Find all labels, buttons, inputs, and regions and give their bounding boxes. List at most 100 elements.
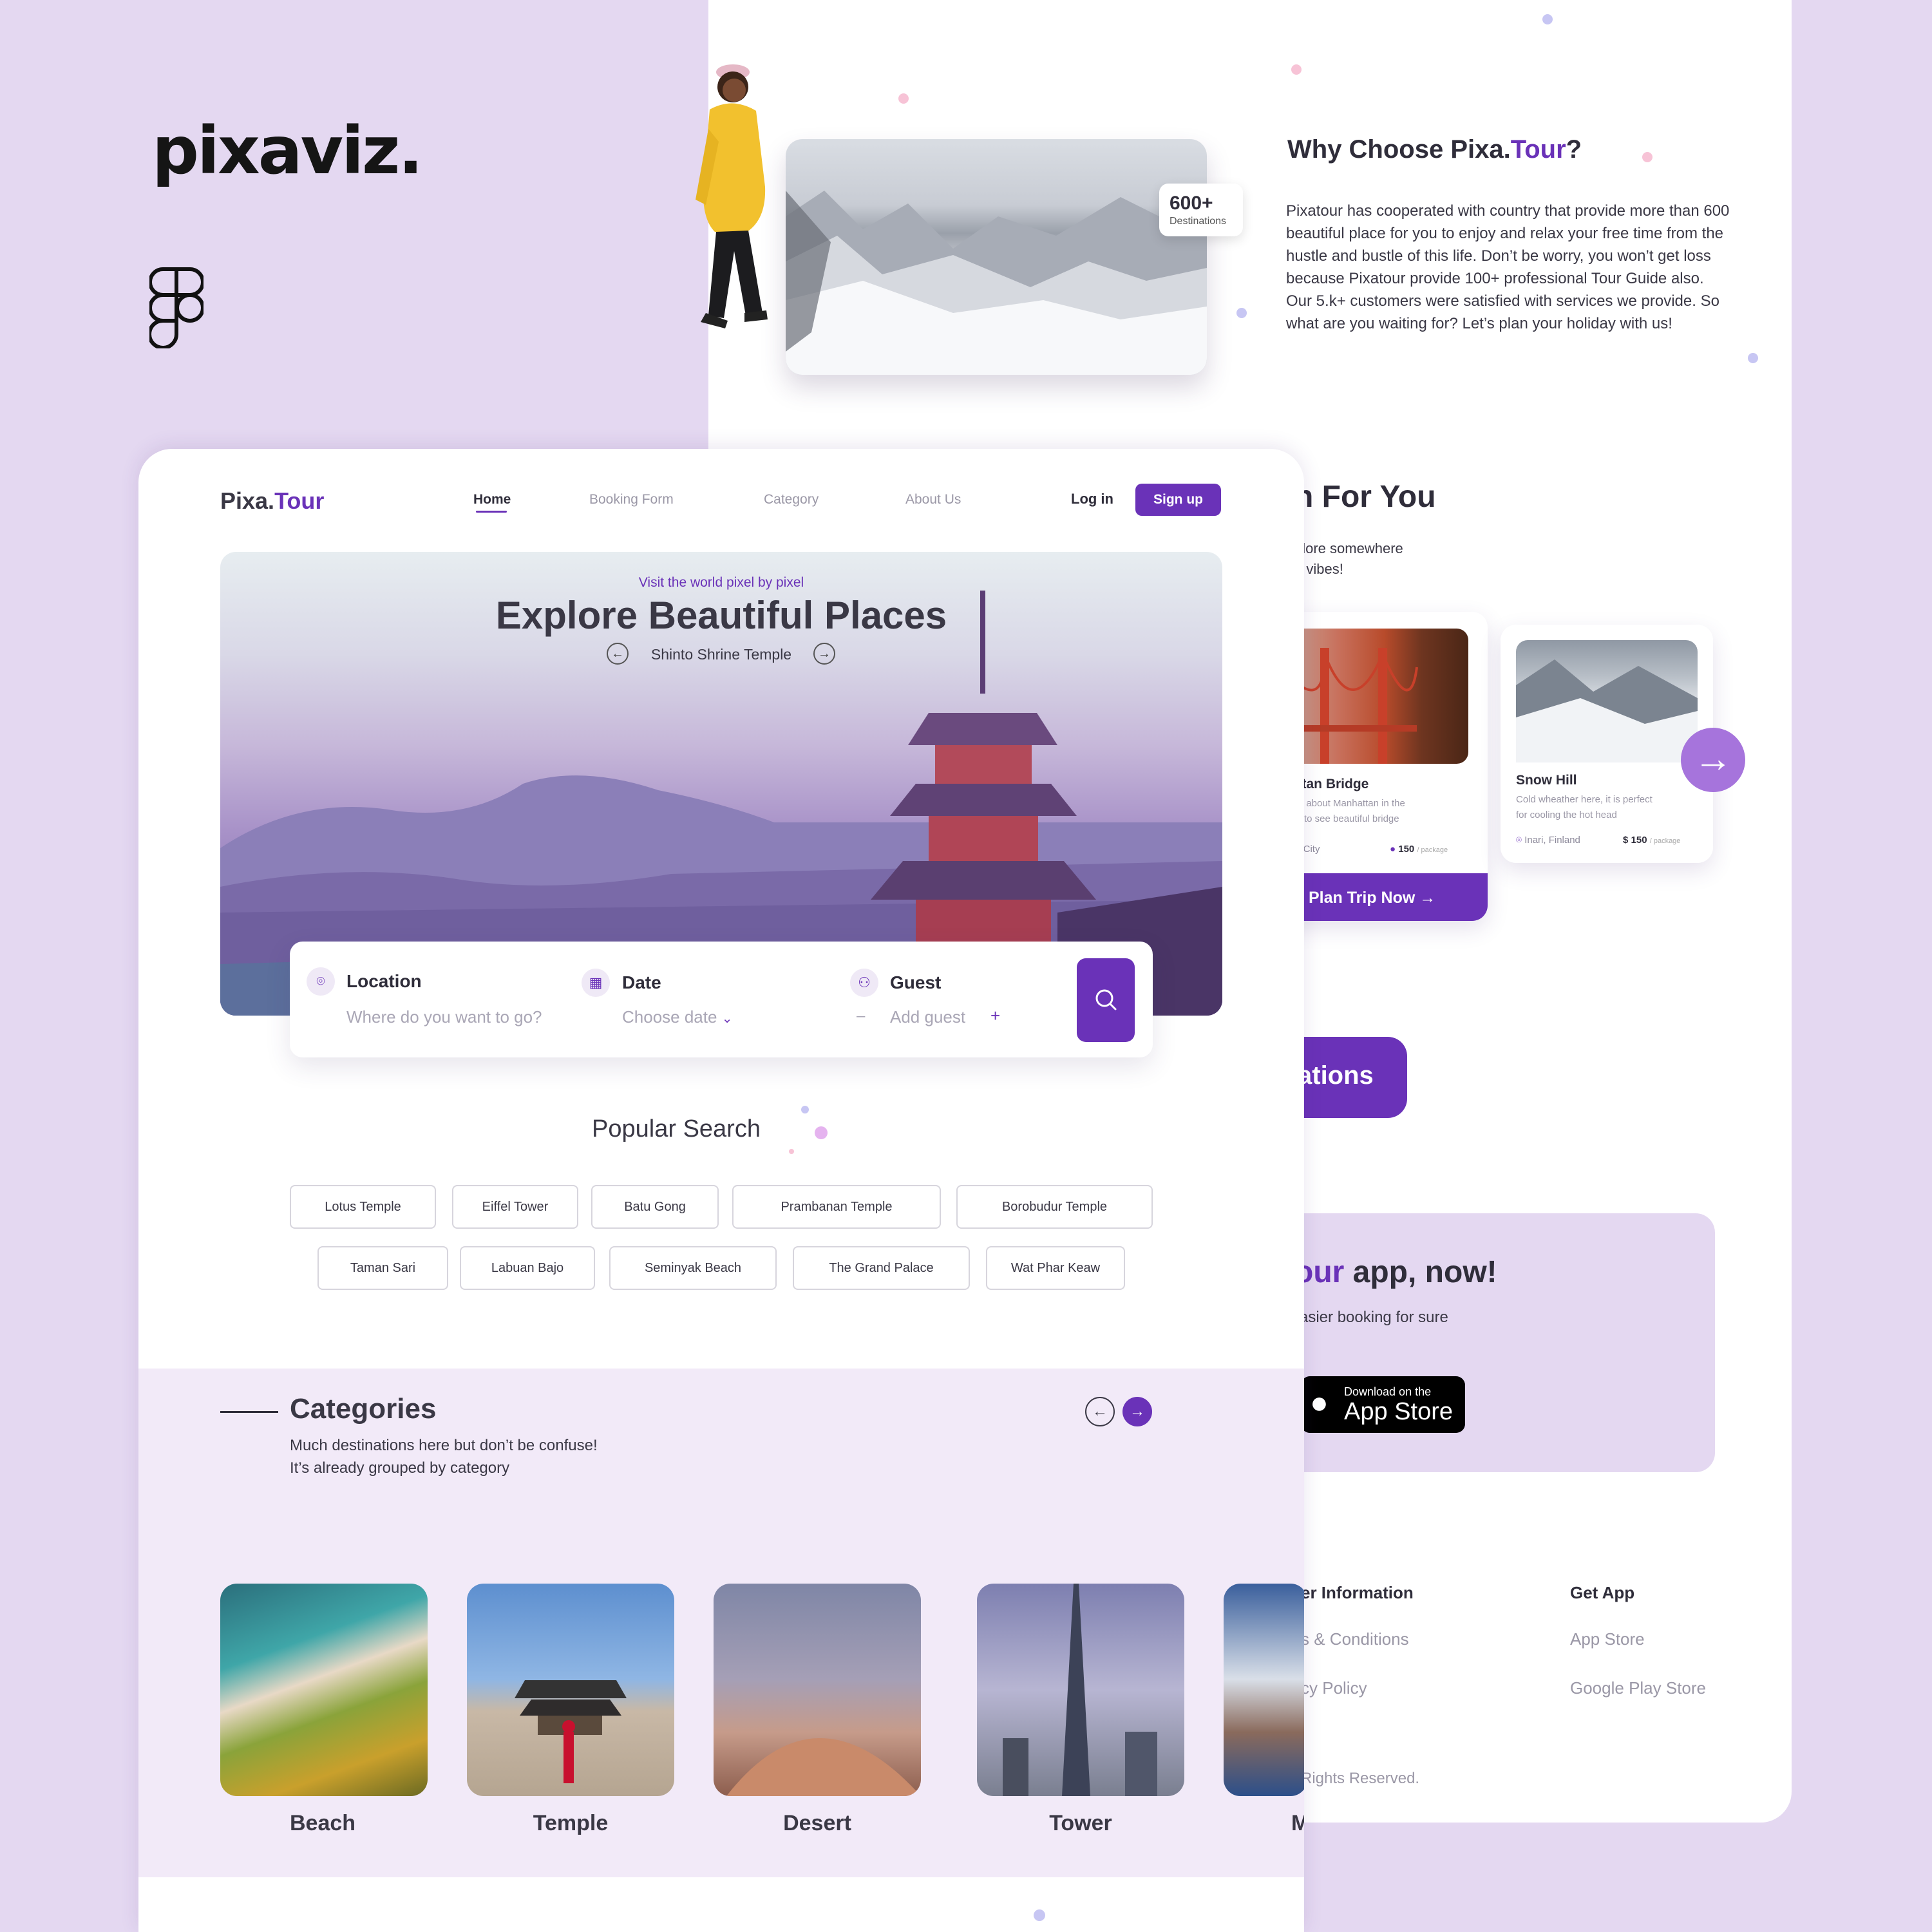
- popular-tag[interactable]: The Grand Palace: [793, 1246, 970, 1290]
- recommend-sub-line: e vibes!: [1294, 561, 1343, 577]
- carousel-next-button[interactable]: →: [1681, 728, 1745, 792]
- footer-col-title: er Information: [1301, 1583, 1414, 1602]
- popular-tag[interactable]: Eiffel Tower: [452, 1185, 578, 1229]
- date-picker[interactable]: Choose date ⌄: [622, 1007, 732, 1027]
- footer-link[interactable]: Google Play Store: [1570, 1678, 1706, 1698]
- hero-kicker: Visit the world pixel by pixel: [638, 575, 804, 590]
- decor-dot: [1748, 353, 1758, 363]
- why-title-suffix: ?: [1566, 135, 1582, 164]
- login-link[interactable]: Log in: [1071, 491, 1113, 507]
- recommend-sub-line: plore somewhere: [1294, 540, 1403, 556]
- app-store-badge[interactable]: ● Download on the App Store: [1301, 1376, 1465, 1433]
- footer-col-title: Get App: [1570, 1583, 1635, 1602]
- category-label: Temple: [533, 1811, 609, 1835]
- mountain-photo: [786, 139, 1207, 375]
- decor-dot: [1236, 308, 1247, 318]
- nav-about-us[interactable]: About Us: [905, 492, 961, 507]
- category-label: M: [1291, 1811, 1304, 1835]
- card-price: ● 150 / package: [1390, 844, 1448, 855]
- card-location: ⌾ Inari, Finland: [1516, 835, 1580, 846]
- categories-next-button[interactable]: →: [1122, 1397, 1152, 1426]
- popular-tag[interactable]: Borobudur Temple: [956, 1185, 1153, 1229]
- desert-photo[interactable]: [714, 1584, 921, 1796]
- arrow-right-icon: →: [1130, 1403, 1145, 1420]
- arrow-right-icon: →: [818, 647, 831, 661]
- guest-plus-button[interactable]: +: [990, 1006, 1000, 1026]
- destination-card[interactable]: Snow Hill Cold wheather here, it is perf…: [1501, 625, 1713, 863]
- calendar-icon: ▦: [582, 969, 610, 997]
- tower-photo[interactable]: [977, 1584, 1184, 1796]
- arrow-right-icon: →: [1419, 889, 1436, 907]
- nav-booking-form[interactable]: Booking Form: [589, 492, 674, 507]
- hero-next-button[interactable]: →: [813, 643, 835, 665]
- destinations-badge: 600+ Destinations: [1159, 184, 1243, 236]
- location-input[interactable]: Where do you want to go?: [346, 1007, 542, 1027]
- category-label: Desert: [783, 1811, 851, 1835]
- guest-minus-button[interactable]: –: [857, 1007, 865, 1025]
- arrow-left-icon: ←: [611, 647, 624, 661]
- nav-category[interactable]: Category: [764, 492, 819, 507]
- card-price-value: 150: [1398, 844, 1415, 855]
- beach-photo[interactable]: [220, 1584, 428, 1796]
- decor-dot: [1642, 152, 1653, 162]
- signup-button[interactable]: Sign up: [1135, 484, 1221, 516]
- popular-tag[interactable]: Wat Phar Keaw: [986, 1246, 1125, 1290]
- chevron-down-icon: ⌄: [721, 1012, 733, 1026]
- nav-home[interactable]: Home: [473, 492, 511, 507]
- categories-subtitle: Much destinations here but don’t be conf…: [290, 1434, 598, 1479]
- destinations-count: 600+: [1170, 193, 1213, 214]
- copyright: Rights Reserved.: [1301, 1770, 1420, 1787]
- bridge-photo: [1280, 629, 1468, 764]
- decor-dot: [898, 93, 909, 104]
- popular-tag[interactable]: Batu Gong: [591, 1185, 719, 1229]
- temple-photo[interactable]: [467, 1584, 674, 1796]
- footer-link[interactable]: cy Policy: [1301, 1678, 1367, 1698]
- section-divider: [220, 1411, 278, 1413]
- mountain-photo[interactable]: [1224, 1584, 1304, 1796]
- app-title-rest: app, now!: [1344, 1255, 1497, 1289]
- popular-tag[interactable]: Labuan Bajo: [460, 1246, 595, 1290]
- date-placeholder: Choose date: [622, 1007, 717, 1027]
- logo-accent: Tour: [274, 488, 325, 514]
- hiker-figure: [696, 64, 768, 328]
- recommend-title: n For You: [1294, 480, 1436, 514]
- category-label: Tower: [1049, 1811, 1112, 1835]
- figma-icon: [149, 267, 204, 348]
- decor-dot: [1291, 64, 1302, 75]
- popular-tag[interactable]: Taman Sari: [317, 1246, 448, 1290]
- search-bar: ⌾ Location Where do you want to go? ▦ Da…: [290, 942, 1153, 1057]
- card-price-value: $ 150: [1623, 835, 1647, 846]
- card-desc: for cooling the hot head: [1516, 810, 1617, 820]
- card-price: $ 150 / package: [1623, 835, 1680, 846]
- why-title-accent: Tour: [1510, 135, 1566, 164]
- footer-link[interactable]: App Store: [1570, 1629, 1645, 1649]
- decor-dot: [801, 1106, 809, 1113]
- arrow-right-icon: →: [1694, 737, 1732, 780]
- categories-title: Categories: [290, 1393, 437, 1425]
- popular-tag[interactable]: Seminyak Beach: [609, 1246, 777, 1290]
- popular-tag[interactable]: Lotus Temple: [290, 1185, 436, 1229]
- add-user-icon: ⚇: [850, 969, 878, 997]
- brand-logo: pixaviz.: [152, 113, 423, 189]
- apple-icon: ●: [1310, 1386, 1329, 1420]
- recommend-subtitle: plore somewhere e vibes!: [1294, 538, 1403, 580]
- categories-sub-line: It’s already grouped by category: [290, 1459, 510, 1477]
- site-logo[interactable]: Pixa.Tour: [220, 488, 324, 515]
- categories-prev-button[interactable]: ←: [1085, 1397, 1115, 1426]
- front-landing-page: Pixa.Tour Home Booking Form Category Abo…: [138, 449, 1304, 1932]
- why-body: Pixatour has cooperated with country tha…: [1286, 202, 1730, 332]
- plan-trip-label: Plan Trip Now: [1309, 889, 1416, 907]
- pin-icon: ⌾: [1516, 835, 1522, 846]
- app-promo-title: our app, now!: [1294, 1255, 1497, 1290]
- popular-search-title: Popular Search: [592, 1115, 761, 1142]
- decor-dot: [789, 1149, 794, 1154]
- footer-link[interactable]: s & Conditions: [1301, 1629, 1409, 1649]
- hero-prev-button[interactable]: ←: [607, 643, 629, 665]
- why-title-prefix: Why Choose Pixa.: [1287, 135, 1511, 164]
- search-button[interactable]: [1077, 958, 1135, 1042]
- guest-input[interactable]: Add guest: [890, 1007, 965, 1027]
- category-label: Beach: [290, 1811, 356, 1835]
- popular-tag[interactable]: Prambanan Temple: [732, 1185, 941, 1229]
- store-small-text: Download on the: [1344, 1385, 1432, 1398]
- date-label: Date: [622, 972, 661, 992]
